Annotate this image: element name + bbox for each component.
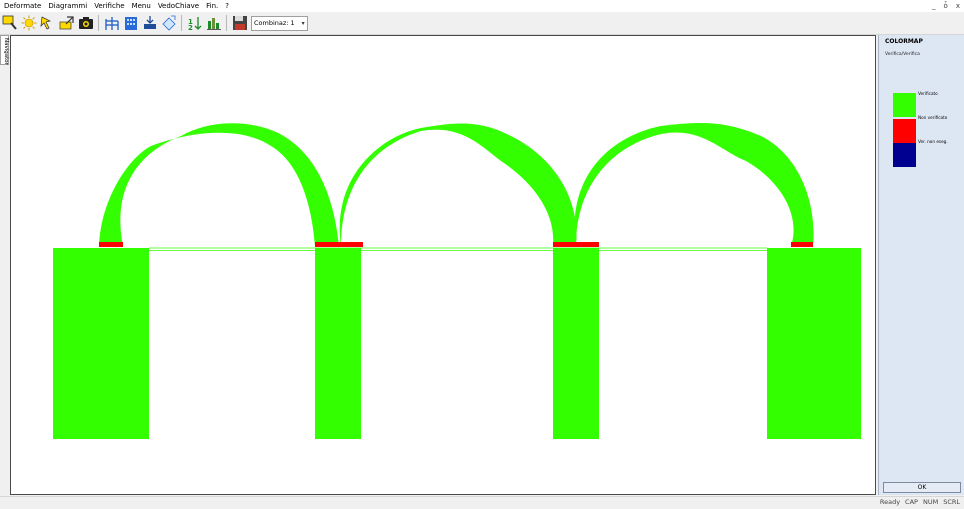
arch-base-2 bbox=[315, 242, 363, 247]
structure-icon[interactable] bbox=[103, 14, 121, 32]
status-cap: CAP bbox=[905, 498, 918, 506]
navigator-tab[interactable]: Navigator bbox=[0, 35, 9, 65]
arch-3 bbox=[574, 123, 814, 246]
panel-subtitle: Verifica/Verifica bbox=[885, 52, 920, 57]
menu-menu[interactable]: Menu bbox=[128, 0, 154, 12]
menu-verifiche[interactable]: Verifiche bbox=[90, 0, 127, 12]
restore-button[interactable]: ȱ bbox=[944, 2, 948, 10]
colormap-drawing bbox=[53, 123, 861, 439]
menu-deformate[interactable]: Deformate bbox=[0, 0, 44, 12]
navigator-tab-label: Navigator bbox=[3, 37, 9, 65]
status-scrl: SCRL bbox=[943, 498, 960, 506]
building-icon[interactable] bbox=[122, 14, 140, 32]
chart-icon[interactable] bbox=[205, 14, 223, 32]
arch-1 bbox=[99, 123, 339, 246]
combination-select[interactable]: Combinaz: 1 ▾ bbox=[251, 15, 308, 31]
combination-value: Combinaz: 1 bbox=[254, 18, 295, 27]
pier-4 bbox=[767, 248, 861, 439]
arch-2 bbox=[339, 123, 577, 246]
arch-base-4 bbox=[791, 242, 813, 247]
menu-diagrammi[interactable]: Diagrammi bbox=[44, 0, 90, 12]
zoom-pan-icon[interactable] bbox=[39, 14, 57, 32]
load-icon[interactable] bbox=[141, 14, 159, 32]
toolbar-separator bbox=[98, 15, 99, 31]
menu-help[interactable]: ? bbox=[221, 0, 232, 12]
status-bar: Ready CAP NUM SCRL bbox=[0, 496, 964, 509]
menu-vedochiave[interactable]: VedoChiave bbox=[154, 0, 202, 12]
close-button[interactable]: x bbox=[956, 2, 960, 10]
legend-label-not-executed: Ver. non eseg. bbox=[918, 139, 948, 144]
pier-2 bbox=[315, 248, 361, 439]
menu-fin[interactable]: Fin. bbox=[202, 0, 221, 12]
arch-base-3 bbox=[553, 242, 599, 247]
drawing-canvas[interactable] bbox=[10, 35, 876, 495]
toolbar: 12 Combinaz: 1 ▾ bbox=[0, 12, 964, 35]
save-icon[interactable] bbox=[231, 14, 249, 32]
sun-icon[interactable] bbox=[20, 14, 38, 32]
camera-icon[interactable] bbox=[77, 14, 95, 32]
arch-base-1 bbox=[99, 242, 123, 247]
legend-swatch-not-executed bbox=[893, 143, 916, 167]
diamond-icon[interactable] bbox=[160, 14, 178, 32]
pier-1 bbox=[53, 248, 149, 439]
svg-text:2: 2 bbox=[188, 24, 193, 31]
zoom-area-icon[interactable] bbox=[1, 14, 19, 32]
legend-swatch-unverified bbox=[893, 119, 916, 143]
panel-title: COLORMAP bbox=[885, 38, 923, 45]
colormap-panel: COLORMAP Verifica/Verifica Verificato No… bbox=[878, 35, 964, 495]
legend-swatch-verified bbox=[893, 93, 916, 117]
status-num: NUM bbox=[922, 498, 939, 506]
legend-label-unverified: Non verificato bbox=[918, 115, 948, 120]
pier-3 bbox=[553, 248, 599, 439]
status-ready: Ready bbox=[879, 498, 901, 506]
toolbar-separator bbox=[226, 15, 227, 31]
window-controls: _ ȱ x bbox=[932, 0, 960, 12]
ok-button[interactable]: OK bbox=[883, 482, 961, 493]
export-icon[interactable] bbox=[58, 14, 76, 32]
legend-label-verified: Verificato bbox=[918, 91, 938, 96]
minimize-button[interactable]: _ bbox=[932, 2, 936, 10]
sort-icon[interactable]: 12 bbox=[186, 14, 204, 32]
chevron-down-icon: ▾ bbox=[301, 19, 305, 27]
toolbar-separator bbox=[181, 15, 182, 31]
